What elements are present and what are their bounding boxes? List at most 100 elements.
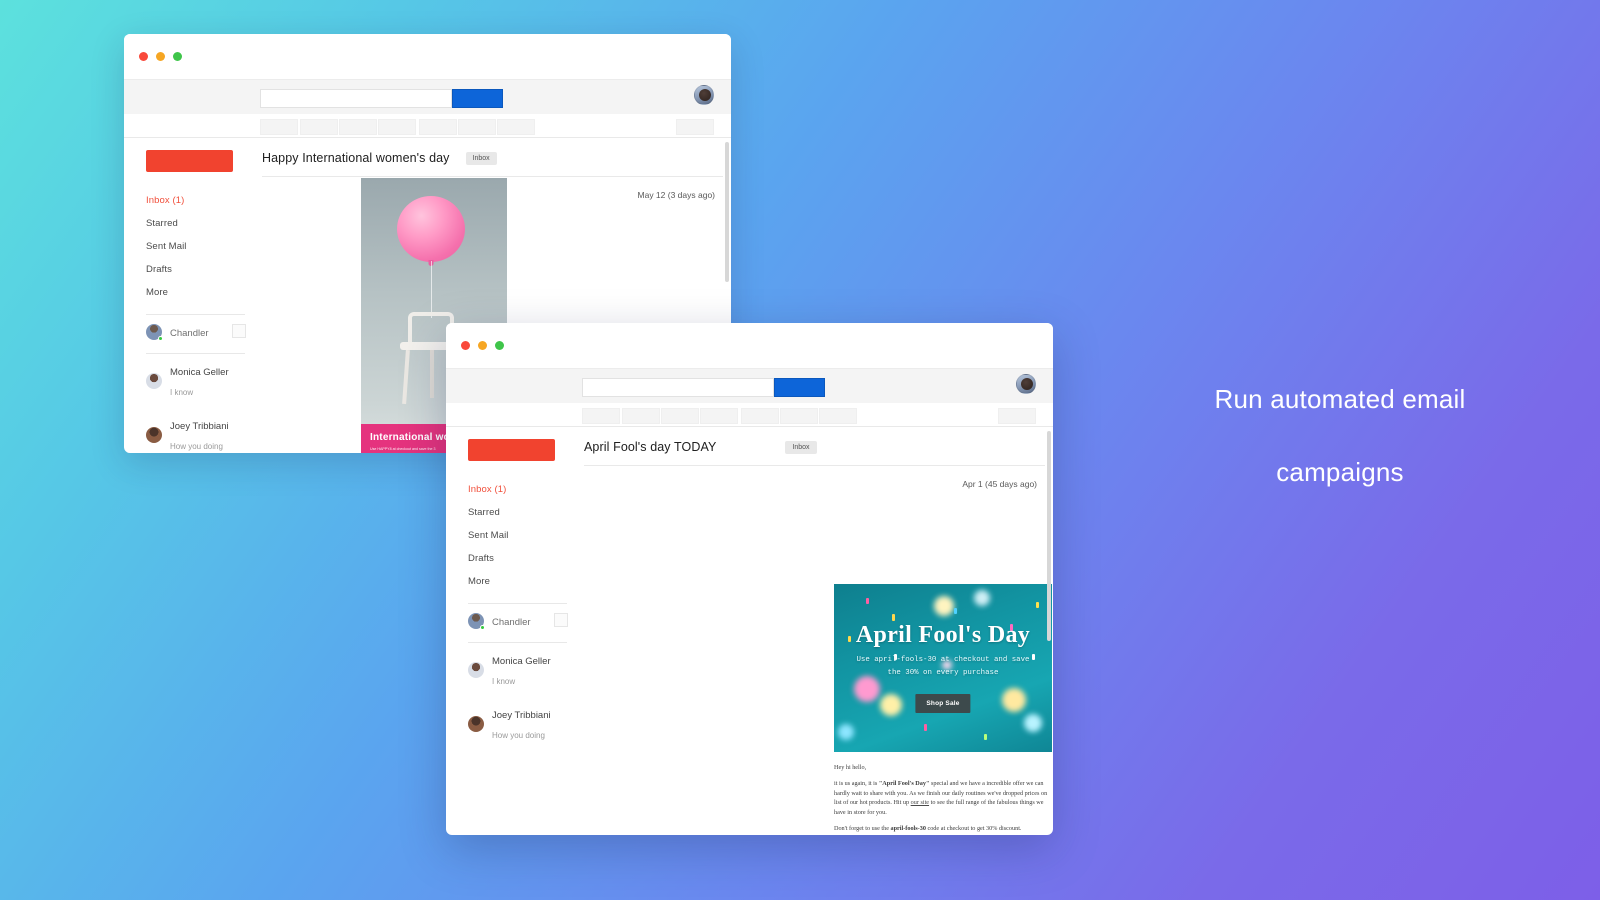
sidebar-item-inbox[interactable]: Inbox (1) [124, 189, 262, 212]
contact-action-box[interactable] [232, 324, 246, 338]
toolbar-chip-5[interactable] [419, 119, 457, 135]
toolbar-chip-2[interactable] [300, 119, 338, 135]
toolbar-chip-6[interactable] [780, 408, 818, 424]
mail-header: April Fool's day TODAY Inbox [584, 440, 1053, 454]
sidebar-item-more[interactable]: More [124, 281, 262, 304]
contact-monica[interactable]: Monica Geller I know [446, 643, 584, 697]
sidebar-item-starred[interactable]: Starred [124, 212, 262, 235]
contact-chandler[interactable]: Chandler [124, 315, 262, 349]
minimize-dot-icon[interactable] [156, 52, 165, 61]
avatar-monica [146, 373, 162, 389]
window-body: Inbox (1) Starred Sent Mail Drafts More … [446, 427, 1053, 835]
email-paragraph-1: it is us again, it is "April Fool's Day"… [834, 779, 1052, 817]
confetti [1036, 602, 1039, 608]
sidebar-item-drafts[interactable]: Drafts [124, 258, 262, 281]
compose-button[interactable] [468, 439, 555, 461]
contact-chandler[interactable]: Chandler [446, 604, 584, 638]
contact-preview: How you doing [492, 731, 545, 740]
confetti [1024, 714, 1042, 732]
mail-subject: Happy International women's day [262, 151, 450, 165]
toolbar-chip-5[interactable] [741, 408, 779, 424]
avatar-chandler [468, 613, 485, 630]
search-input[interactable] [582, 378, 774, 397]
toolbar-chip-1[interactable] [582, 408, 620, 424]
contact-name: Joey Tribbiani [170, 421, 229, 432]
contact-name: Monica Geller [492, 656, 551, 667]
close-dot-icon[interactable] [139, 52, 148, 61]
mail-header: Happy International women's day Inbox [262, 151, 731, 165]
nav-list: Inbox (1) Starred Sent Mail Drafts More [446, 478, 584, 593]
contact-name: Joey Tribbiani [492, 710, 551, 721]
shop-sale-button[interactable]: Shop Sale [915, 694, 971, 713]
sidebar-item-inbox[interactable]: Inbox (1) [446, 478, 584, 501]
toolbar-chip-4[interactable] [700, 408, 738, 424]
zoom-dot-icon[interactable] [173, 52, 182, 61]
sidebar-item-label: Starred [146, 218, 178, 229]
compose-button[interactable] [146, 150, 233, 172]
sidebar-item-label: More [146, 287, 169, 298]
sidebar-item-label: Sent Mail [146, 241, 187, 252]
p1-bold: "April Fool's Day" [878, 780, 930, 787]
avatar-joey [146, 427, 162, 443]
confetti [880, 694, 902, 716]
hero-line-2: campaigns [1276, 456, 1404, 487]
contact-action-box[interactable] [554, 613, 568, 627]
search-button[interactable] [774, 378, 825, 397]
contact-name: Chandler [492, 617, 531, 628]
balloon-icon [397, 196, 465, 262]
contact-monica[interactable]: Monica Geller I know [124, 354, 262, 408]
confetti [984, 734, 987, 740]
confetti [838, 724, 854, 740]
minimize-dot-icon[interactable] [478, 341, 487, 350]
user-avatar[interactable] [694, 85, 714, 105]
toolbar-chip-8[interactable] [676, 119, 714, 135]
search-bar [124, 79, 731, 114]
toolbar-chip-6[interactable] [458, 119, 496, 135]
promo-code: april-fools-30 [890, 825, 926, 833]
sidebar-item-sent-mail[interactable]: Sent Mail [446, 524, 584, 547]
online-status-icon [480, 625, 485, 630]
email-window-front[interactable]: Inbox (1) Starred Sent Mail Drafts More … [446, 323, 1053, 835]
contact-name: Monica Geller [170, 367, 229, 378]
contact-joey[interactable]: Joey Tribbiani How you doing [446, 697, 584, 751]
zoom-dot-icon[interactable] [495, 341, 504, 350]
contact-joey[interactable]: Joey Tribbiani How you doing [124, 408, 262, 453]
search-input[interactable] [260, 89, 452, 108]
mail-pane: April Fool's day TODAY Inbox Apr 1 (45 d… [584, 427, 1053, 835]
user-avatar[interactable] [1016, 374, 1036, 394]
toolbar-chip-7[interactable] [819, 408, 857, 424]
scrollbar-thumb[interactable] [1047, 431, 1051, 641]
online-status-icon [158, 336, 163, 341]
email-creative-image: April Fool's Day Use april-fools-30 at c… [834, 584, 1052, 752]
confetti [974, 590, 990, 606]
toolbar-chip-1[interactable] [260, 119, 298, 135]
confetti [1002, 688, 1026, 712]
toolbar-chip-7[interactable] [497, 119, 535, 135]
p1-part1: it is us again, it is [834, 780, 879, 787]
email-body: Hey hi hello, it is us again, it is "Apr… [834, 764, 1052, 835]
window-titlebar [446, 323, 1053, 368]
confetti [924, 724, 927, 731]
confetti [892, 614, 895, 621]
sidebar: Inbox (1) Starred Sent Mail Drafts More … [446, 427, 584, 835]
close-dot-icon[interactable] [461, 341, 470, 350]
toolbar-chip-3[interactable] [339, 119, 377, 135]
toolbar-chip-2[interactable] [622, 408, 660, 424]
creative-title: April Fool's Day [855, 622, 1031, 648]
hero-copy: Run automated email campaigns [1140, 385, 1540, 486]
sidebar-item-label: Inbox (1) [146, 195, 185, 206]
p2-part1: Don't forget to use the [834, 825, 891, 833]
toolbar [446, 403, 1053, 427]
toolbar-chip-3[interactable] [661, 408, 699, 424]
scrollbar-thumb[interactable] [725, 142, 729, 282]
confetti [934, 596, 954, 616]
toolbar-chip-4[interactable] [378, 119, 416, 135]
search-button[interactable] [452, 89, 503, 108]
sidebar-item-more[interactable]: More [446, 570, 584, 593]
sidebar-item-label: Drafts [146, 264, 172, 275]
sidebar-item-starred[interactable]: Starred [446, 501, 584, 524]
sidebar-item-sent-mail[interactable]: Sent Mail [124, 235, 262, 258]
sidebar-item-drafts[interactable]: Drafts [446, 547, 584, 570]
our-site-link[interactable]: our site [911, 799, 929, 806]
toolbar-chip-8[interactable] [998, 408, 1036, 424]
